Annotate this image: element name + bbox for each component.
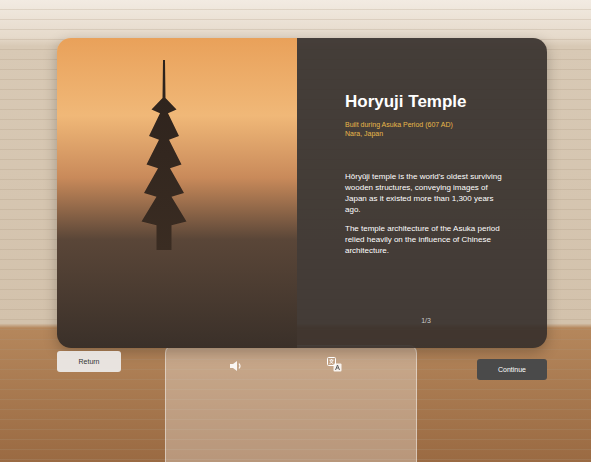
panel-subtitle: Built during Asuka Period (607 AD) — [345, 120, 507, 129]
speaker-icon[interactable] — [229, 359, 243, 373]
panel-paragraph: Hōryūji temple is the world's oldest sur… — [345, 172, 507, 215]
info-panel: Horyuji Temple Built during Asuka Period … — [57, 38, 547, 348]
return-button[interactable]: Return — [57, 351, 121, 372]
panel-location: Nara, Japan — [345, 129, 507, 138]
translate-icon[interactable] — [327, 357, 342, 372]
pedestal — [165, 345, 417, 462]
temple-photo — [57, 38, 297, 348]
controls-row: Return Continue — [57, 351, 547, 380]
panel-title: Horyuji Temple — [345, 92, 507, 112]
vr-scene: Horyuji Temple Built during Asuka Period … — [0, 0, 591, 462]
page-indicator: 1/3 — [345, 317, 507, 324]
panel-text: Hōryūji temple is the world's oldest sur… — [345, 172, 507, 266]
panel-paragraph: The temple architecture of the Asuka per… — [345, 224, 507, 256]
pagoda-silhouette — [139, 60, 189, 250]
info-content: Horyuji Temple Built during Asuka Period … — [297, 38, 547, 348]
continue-button[interactable]: Continue — [477, 359, 547, 380]
